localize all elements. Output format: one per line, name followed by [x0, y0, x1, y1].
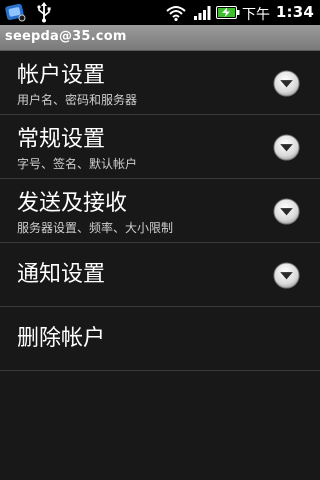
chevron-down-icon[interactable]	[273, 134, 300, 161]
list-item-notification-settings[interactable]: 通知设置	[0, 243, 320, 307]
list-item-account-settings[interactable]: 帐户设置 用户名、密码和服务器	[0, 51, 320, 115]
list-item-general-settings[interactable]: 常规设置 字号、签名、默认帐户	[0, 115, 320, 179]
status-bar: 下午 1:34	[0, 0, 320, 25]
chevron-down-icon[interactable]	[273, 70, 300, 97]
battery-charging-icon	[216, 6, 240, 19]
list-item-title: 通知设置	[17, 262, 106, 287]
list-item-subtitle: 字号、签名、默认帐户	[17, 157, 138, 171]
wifi-icon	[166, 6, 186, 21]
account-header: seepda@35.com	[0, 25, 320, 51]
account-email: seepda@35.com	[5, 29, 127, 44]
list-item-subtitle: 用户名、密码和服务器	[17, 93, 138, 107]
chevron-down-icon[interactable]	[273, 198, 300, 225]
list-item-subtitle: 服务器设置、频率、大小限制	[17, 221, 174, 235]
app-notification-icon	[5, 3, 26, 22]
list-item-delete-account[interactable]: 删除帐户	[0, 307, 320, 371]
signal-icon	[194, 6, 211, 20]
settings-list: 帐户设置 用户名、密码和服务器 常规设置 字号、签名、默认帐户 发送及接收 服务…	[0, 51, 320, 371]
status-time: 1:34	[275, 3, 314, 21]
chevron-down-icon[interactable]	[273, 262, 300, 289]
list-item-send-receive[interactable]: 发送及接收 服务器设置、频率、大小限制	[0, 179, 320, 243]
list-item-title: 帐户设置	[17, 63, 106, 88]
list-item-title: 发送及接收	[17, 191, 128, 216]
list-item-title: 删除帐户	[17, 326, 106, 351]
screen: 下午 1:34 seepda@35.com 帐户设置 用户名、密码和服务器 常规…	[0, 0, 320, 480]
list-item-title: 常规设置	[17, 127, 106, 152]
status-ampm: 下午	[242, 7, 270, 23]
usb-icon	[37, 2, 51, 23]
